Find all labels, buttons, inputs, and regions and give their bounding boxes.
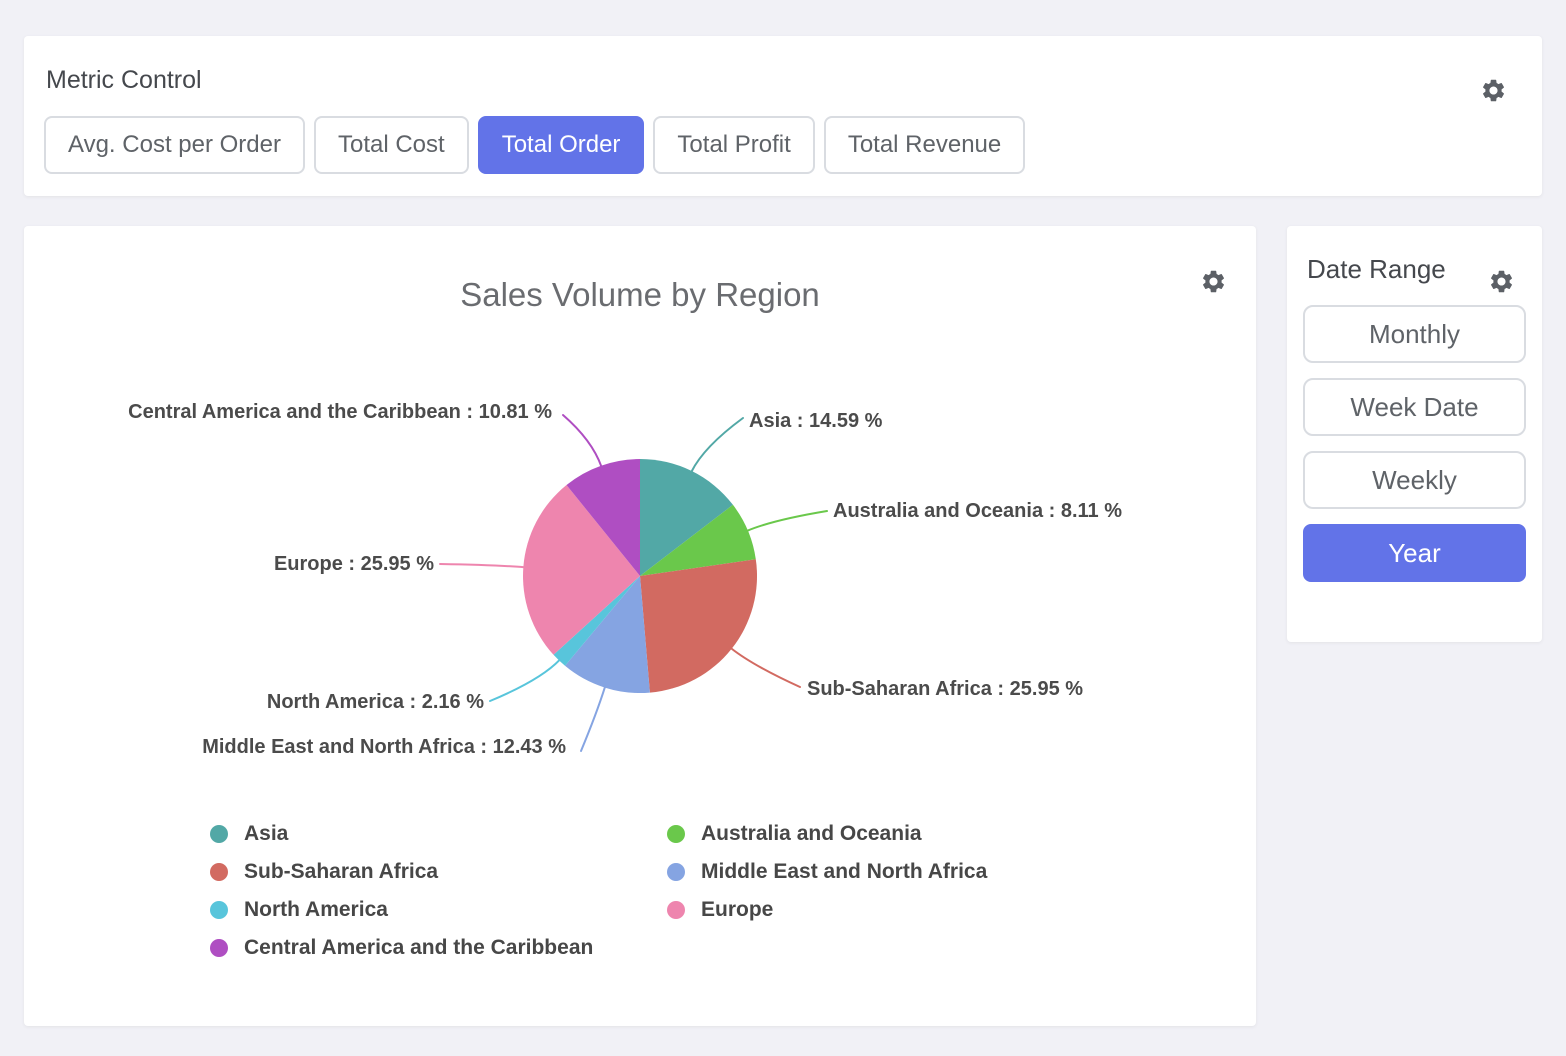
legend-item-middle-east-and-north-africa[interactable]: Middle East and North Africa (667, 853, 987, 891)
slice-label-europe: Europe : 25.95 % (274, 553, 434, 575)
legend-item-europe[interactable]: Europe (667, 891, 987, 929)
legend-dot-australia-and-oceania (667, 825, 685, 843)
metric-control-title: Metric Control (46, 66, 1522, 95)
metric-button-total-cost[interactable]: Total Cost (314, 116, 469, 174)
date-range-button-week-date[interactable]: Week Date (1303, 378, 1526, 436)
chart-panel: Sales Volume by Region Asia : 14.59 % Aus… (24, 226, 1256, 1026)
legend-label: Asia (244, 822, 288, 846)
legend-dot-europe (667, 901, 685, 919)
leader-line-central-america-and-the-caribbean (563, 415, 601, 467)
legend-item-sub-saharan-africa[interactable]: Sub-Saharan Africa (210, 853, 667, 891)
legend-item-central-america-and-the-caribbean[interactable]: Central America and the Caribbean (210, 929, 667, 967)
leader-line-australia-and-oceania (747, 511, 827, 531)
date-range-settings-gear-icon[interactable] (1488, 267, 1516, 295)
leader-line-north-america (490, 660, 560, 701)
slice-label-australia-and-oceania: Australia and Oceania : 8.11 % (833, 500, 1122, 522)
chart-legend: Asia Australia and Oceania Sub-Saharan Afr… (210, 815, 987, 967)
metric-button-total-profit[interactable]: Total Profit (653, 116, 814, 174)
leader-line-middle-east-and-north-africa (581, 687, 605, 751)
legend-label: Sub-Saharan Africa (244, 860, 438, 884)
leader-line-europe (440, 564, 524, 567)
legend-dot-middle-east-and-north-africa (667, 863, 685, 881)
leader-line-asia (691, 418, 743, 472)
legend-label: Middle East and North Africa (701, 860, 987, 884)
legend-label: Central America and the Caribbean (244, 936, 593, 960)
metric-button-total-order[interactable]: Total Order (478, 116, 645, 174)
gear-glyph (1488, 268, 1515, 295)
metric-button-total-revenue[interactable]: Total Revenue (824, 116, 1025, 174)
legend-item-australia-and-oceania[interactable]: Australia and Oceania (667, 815, 987, 853)
pie-slice-sub-saharan-africa[interactable] (640, 559, 757, 692)
legend-label: North America (244, 898, 388, 922)
date-range-button-weekly[interactable]: Weekly (1303, 451, 1526, 509)
date-range-panel: Date Range MonthlyWeek DateWeeklyYear (1287, 226, 1542, 642)
date-range-button-monthly[interactable]: Monthly (1303, 305, 1526, 363)
metric-control-panel: Metric Control Avg. Cost per OrderTotal … (24, 36, 1542, 196)
slice-label-middle-east-and-north-africa: Middle East and North Africa : 12.43 % (202, 736, 566, 758)
legend-item-asia[interactable]: Asia (210, 815, 667, 853)
slice-label-sub-saharan-africa: Sub-Saharan Africa : 25.95 % (807, 678, 1083, 700)
slice-label-central-america-and-the-caribbean: Central America and the Caribbean : 10.8… (128, 401, 552, 423)
chart-settings-gear-icon[interactable] (1200, 267, 1228, 295)
legend-label: Australia and Oceania (701, 822, 922, 846)
legend-item-north-america[interactable]: North America (210, 891, 667, 929)
legend-dot-asia (210, 825, 228, 843)
metric-settings-gear-icon[interactable] (1480, 76, 1508, 104)
legend-dot-north-america (210, 901, 228, 919)
metric-button-group: Avg. Cost per OrderTotal CostTotal Order… (44, 116, 1522, 174)
chart-title: Sales Volume by Region (24, 274, 1256, 316)
gear-glyph (1200, 268, 1227, 295)
legend-dot-central-america-and-the-caribbean (210, 939, 228, 957)
legend-label: Europe (701, 898, 773, 922)
slice-label-north-america: North America : 2.16 % (267, 691, 484, 713)
date-range-button-year[interactable]: Year (1303, 524, 1526, 582)
legend-dot-sub-saharan-africa (210, 863, 228, 881)
leader-line-sub-saharan-africa (731, 648, 800, 687)
slice-label-asia: Asia : 14.59 % (749, 410, 883, 432)
metric-button-avg-cost-per-order[interactable]: Avg. Cost per Order (44, 116, 305, 174)
gear-glyph (1480, 77, 1507, 104)
date-range-button-group: Monthly Week Date Weekly Year (1303, 305, 1526, 582)
